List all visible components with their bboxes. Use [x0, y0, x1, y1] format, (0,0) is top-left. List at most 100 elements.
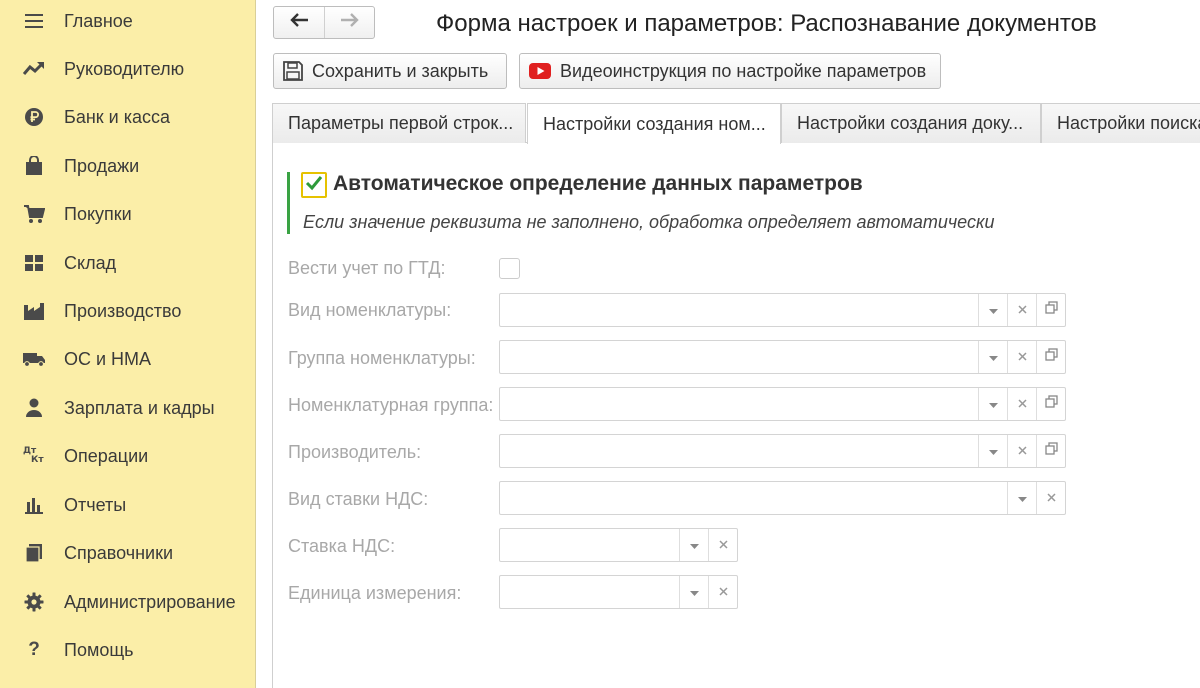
clear-button[interactable] [1007, 388, 1036, 420]
sidebar-item-sales[interactable]: Продажи [0, 146, 256, 186]
chevron-down-icon [988, 442, 998, 460]
dropdown-button[interactable] [679, 576, 708, 608]
arrow-right-icon [340, 13, 360, 32]
unit-field [499, 575, 738, 609]
item-group-input[interactable] [500, 388, 978, 420]
factory-icon [22, 299, 46, 323]
tab-nomenclature-settings[interactable]: Настройки создания ном... [527, 103, 781, 144]
bar-chart-icon [22, 493, 46, 517]
warehouse-grid-icon [22, 251, 46, 275]
tab-label: Настройки поиска [1057, 113, 1200, 133]
dropdown-button[interactable] [978, 294, 1007, 326]
tab-document-settings[interactable]: Настройки создания доку... [781, 103, 1041, 143]
history-nav [273, 6, 375, 39]
sidebar-item-label: Помощь [64, 639, 134, 660]
chevron-down-icon [689, 583, 699, 601]
tab-first-line-params[interactable]: Параметры первой строк... [272, 103, 526, 143]
sidebar-item-warehouse[interactable]: Склад [0, 243, 256, 283]
truck-icon [22, 347, 46, 371]
sidebar-item-administration[interactable]: Администрирование [0, 582, 256, 622]
nomenclature-type-input[interactable] [500, 294, 978, 326]
shopping-bag-icon [22, 154, 46, 178]
clear-button[interactable] [1036, 482, 1065, 514]
group-accent-bar [287, 172, 290, 234]
clear-button[interactable] [1007, 435, 1036, 467]
clear-button[interactable] [708, 576, 737, 608]
open-button[interactable] [1036, 388, 1065, 420]
vat-rate-field [499, 528, 738, 562]
close-icon [1017, 301, 1027, 319]
tab-bar: Параметры первой строк... Настройки созд… [272, 103, 1200, 144]
person-icon [22, 396, 46, 420]
tab-label: Параметры первой строк... [288, 113, 514, 133]
sidebar-item-references[interactable]: Справочники [0, 533, 256, 573]
sidebar-item-label: Руководителю [64, 58, 185, 79]
tab-label: Настройки создания доку... [797, 113, 1024, 133]
sidebar-item-production[interactable]: Производство [0, 291, 256, 331]
auto-detect-checkbox[interactable] [301, 172, 327, 198]
manufacturer-label: Производитель: [288, 442, 422, 462]
forward-button[interactable] [324, 7, 374, 38]
debit-credit-icon: Дт Кт [22, 444, 46, 468]
dropdown-button[interactable] [978, 435, 1007, 467]
chevron-down-icon [988, 348, 998, 366]
sidebar-item-label: Банк и касса [64, 106, 170, 127]
credit-glyph: Кт [31, 455, 44, 465]
clear-button[interactable] [708, 529, 737, 561]
clear-button[interactable] [1007, 294, 1036, 326]
close-icon [1046, 489, 1056, 507]
open-window-icon [1044, 301, 1058, 319]
unit-input[interactable] [500, 576, 679, 608]
sidebar-item-label: Склад [64, 252, 117, 273]
video-instruction-button[interactable]: Видеоинструкция по настройке параметров [519, 53, 941, 89]
nomenclature-group-input[interactable] [500, 341, 978, 373]
shopping-cart-icon [22, 202, 46, 226]
sidebar-item-director[interactable]: Руководителю [0, 49, 256, 89]
open-button[interactable] [1036, 294, 1065, 326]
sidebar-item-fixed-assets[interactable]: ОС и НМА [0, 339, 256, 379]
sidebar: Главное Руководителю Банк и касса Продаж… [0, 0, 256, 688]
item-group-field [499, 387, 1066, 421]
chevron-down-icon [1017, 489, 1027, 507]
open-button[interactable] [1036, 341, 1065, 373]
clear-button[interactable] [1007, 341, 1036, 373]
sidebar-item-purchases[interactable]: Покупки [0, 194, 256, 234]
vat-rate-label: Ставка НДС: [288, 536, 396, 556]
sidebar-item-reports[interactable]: Отчеты [0, 485, 256, 525]
close-icon [1017, 442, 1027, 460]
ruble-coin-icon [22, 105, 46, 129]
sidebar-item-main[interactable]: Главное [0, 1, 256, 41]
auto-detect-hint: Если значение реквизита не заполнено, об… [303, 212, 995, 232]
floppy-disk-icon [283, 61, 303, 81]
close-icon [1017, 395, 1027, 413]
save-and-close-button[interactable]: Сохранить и закрыть [273, 53, 507, 89]
sidebar-item-label: Производство [64, 300, 182, 321]
dropdown-button[interactable] [978, 341, 1007, 373]
vat-rate-type-input[interactable] [500, 482, 1007, 514]
manufacturer-field [499, 434, 1066, 468]
checkmark-icon [305, 175, 323, 196]
sidebar-item-operations[interactable]: Дт Кт Операции [0, 436, 256, 476]
sidebar-item-label: Администрирование [64, 591, 236, 612]
trend-chart-icon [22, 57, 46, 81]
vat-rate-type-label: Вид ставки НДС: [288, 489, 429, 509]
dropdown-button[interactable] [1007, 482, 1036, 514]
sidebar-item-label: Справочники [64, 542, 174, 563]
sidebar-item-label: Покупки [64, 203, 132, 224]
dropdown-button[interactable] [978, 388, 1007, 420]
gtd-checkbox[interactable] [499, 258, 520, 279]
sidebar-item-help[interactable]: ? Помощь [0, 630, 256, 670]
question-glyph: ? [28, 639, 40, 660]
sidebar-item-bank[interactable]: Банк и касса [0, 97, 256, 137]
nomenclature-group-label: Группа номенклатуры: [288, 348, 476, 368]
sidebar-item-salary[interactable]: Зарплата и кадры [0, 388, 256, 428]
open-button[interactable] [1036, 435, 1065, 467]
sidebar-item-label: Продажи [64, 155, 140, 176]
back-button[interactable] [274, 7, 324, 38]
manufacturer-input[interactable] [500, 435, 978, 467]
dropdown-button[interactable] [679, 529, 708, 561]
close-icon [1017, 348, 1027, 366]
vat-rate-input[interactable] [500, 529, 679, 561]
tab-search-settings[interactable]: Настройки поиска [1041, 103, 1200, 143]
youtube-play-icon [529, 63, 551, 79]
